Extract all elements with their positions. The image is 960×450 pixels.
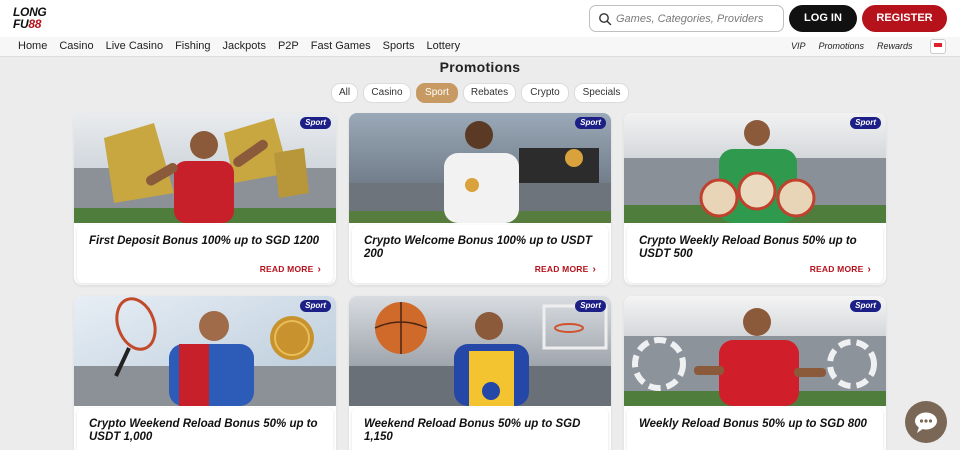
- read-more-link[interactable]: READ MORE ›: [535, 264, 596, 275]
- category-badge: Sport: [850, 117, 881, 129]
- chevron-right-icon: ›: [867, 264, 871, 275]
- read-more-link[interactable]: READ MORE ›: [810, 264, 871, 275]
- filter-all[interactable]: All: [331, 83, 358, 103]
- nav-item-lottery[interactable]: Lottery: [426, 40, 460, 52]
- main-nav: Home Casino Live Casino Fishing Jackpots…: [0, 37, 960, 57]
- nav-item-rewards[interactable]: Rewards: [877, 41, 913, 51]
- register-button[interactable]: REGISTER: [862, 5, 947, 32]
- category-badge: Sport: [300, 300, 331, 312]
- chevron-right-icon: ›: [317, 264, 321, 275]
- promo-title: Crypto Welcome Bonus 100% up to USDT 200: [364, 235, 592, 260]
- promo-image-soccer-white: [349, 113, 611, 223]
- nav-item-home[interactable]: Home: [18, 40, 47, 52]
- nav-item-sports[interactable]: Sports: [383, 40, 415, 52]
- nav-item-fishing[interactable]: Fishing: [175, 40, 210, 52]
- nav-item-p2p[interactable]: P2P: [278, 40, 299, 52]
- site-header: LONG FU88 LOG IN REGISTER: [0, 0, 960, 37]
- login-button[interactable]: LOG IN: [789, 5, 857, 32]
- filter-casino[interactable]: Casino: [363, 83, 411, 103]
- nav-item-vip[interactable]: VIP: [791, 41, 806, 51]
- chat-icon: [915, 412, 937, 433]
- live-chat-button[interactable]: [905, 401, 947, 443]
- promo-card[interactable]: Sport Crypto Weekend Reload Bonus 50% up…: [74, 296, 336, 450]
- chevron-right-icon: ›: [592, 264, 596, 275]
- promo-image-soccer-stadium: [624, 296, 886, 406]
- promo-card[interactable]: Sport Weekly Reload Bonus 50% up to SGD …: [624, 296, 886, 450]
- category-badge: Sport: [575, 117, 606, 129]
- promo-title: Weekly Reload Bonus 50% up to SGD 800: [639, 418, 867, 430]
- read-more-link[interactable]: READ MORE ›: [260, 264, 321, 275]
- filter-crypto[interactable]: Crypto: [521, 83, 569, 103]
- promo-image-soccer-red: [74, 113, 336, 223]
- promo-image-basketball: [349, 296, 611, 406]
- promo-title: Weekend Reload Bonus 50% up to SGD 1,150: [364, 418, 581, 443]
- promo-card[interactable]: Sport Weekend Reload Bonus 50% up to SGD…: [349, 296, 611, 450]
- promo-card[interactable]: Sport Crypto Weekly Reload Bonus 50% up …: [624, 113, 886, 285]
- promo-image-goalkeeper: [624, 113, 886, 223]
- category-badge: Sport: [575, 300, 606, 312]
- promo-card[interactable]: Sport Crypto Welcome Bonus 100% up to US…: [349, 113, 611, 285]
- logo-line2b: 88: [28, 17, 42, 31]
- logo-line2a: FU: [13, 17, 29, 31]
- search-icon: [599, 13, 612, 26]
- promo-image-tennis: [74, 296, 336, 406]
- nav-item-promotions[interactable]: Promotions: [819, 41, 865, 51]
- promo-title: First Deposit Bonus 100% up to SGD 1200: [89, 235, 320, 247]
- search-box[interactable]: [589, 5, 784, 32]
- nav-item-casino[interactable]: Casino: [59, 40, 93, 52]
- filter-specials[interactable]: Specials: [574, 83, 629, 103]
- category-badge: Sport: [300, 117, 331, 129]
- filter-rebates[interactable]: Rebates: [463, 83, 516, 103]
- page-title: Promotions: [439, 59, 521, 75]
- flag-icon[interactable]: [930, 39, 946, 54]
- category-badge: Sport: [850, 300, 881, 312]
- site-logo[interactable]: LONG FU88: [13, 6, 57, 32]
- nav-item-jackpots[interactable]: Jackpots: [223, 40, 266, 52]
- nav-item-fast-games[interactable]: Fast Games: [311, 40, 371, 52]
- nav-item-live-casino[interactable]: Live Casino: [106, 40, 163, 52]
- filter-sport[interactable]: Sport: [416, 83, 458, 103]
- promo-filter-bar: All Casino Sport Rebates Crypto Specials: [0, 83, 960, 103]
- promo-card[interactable]: Sport First Deposit Bonus 100% up to SGD…: [74, 113, 336, 285]
- promo-title: Crypto Weekend Reload Bonus 50% up to US…: [89, 418, 318, 443]
- promo-title: Crypto Weekly Reload Bonus 50% up to USD…: [639, 235, 857, 260]
- search-input[interactable]: [616, 10, 776, 28]
